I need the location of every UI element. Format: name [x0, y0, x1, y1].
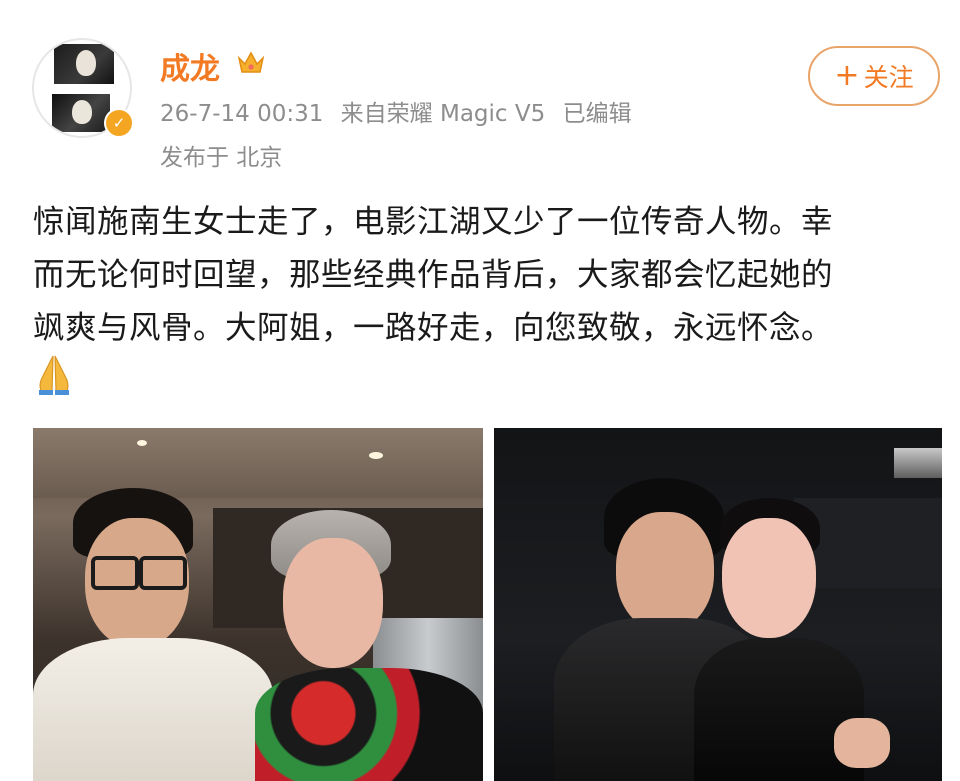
- post-time: 26-7-14 00:31: [160, 101, 324, 127]
- man-glasses: [139, 556, 187, 590]
- man-white-suit: [33, 638, 273, 781]
- woman-face: [722, 518, 816, 638]
- background-lamp: [894, 448, 942, 478]
- pray-emoji-icon: [34, 352, 74, 405]
- edited-label[interactable]: 已编辑: [563, 101, 632, 127]
- avatar-photo-bottom: [52, 94, 110, 132]
- woman-face: [283, 538, 383, 668]
- plus-icon: +: [834, 58, 860, 93]
- follow-label: 关注: [863, 63, 914, 92]
- man-face: [616, 512, 714, 632]
- ceiling-light: [369, 452, 383, 459]
- post-text-line: 惊闻施南生女士走了，电影江湖又少了一位传奇人物。幸: [33, 204, 834, 240]
- post-meta: 26-7-14 00:31 来自荣耀 Magic V5 已编辑: [160, 94, 642, 128]
- post-text: 惊闻施南生女士走了，电影江湖又少了一位传奇人物。幸 而无论何时回望，那些经典作品…: [33, 196, 945, 355]
- hands: [834, 718, 890, 768]
- username[interactable]: 成龙: [160, 44, 220, 88]
- post-text-line: 而无论何时回望，那些经典作品背后，大家都会忆起她的: [33, 257, 834, 293]
- ceiling-light: [137, 440, 147, 446]
- woman-floral-dress: [255, 668, 483, 781]
- avatar-photo-top: [54, 44, 114, 84]
- verified-badge-icon: ✓: [104, 108, 134, 138]
- man-glasses: [91, 556, 139, 590]
- photo-2[interactable]: [494, 428, 942, 781]
- photo-1[interactable]: [33, 428, 483, 781]
- post-text-line: 飒爽与风骨。大阿姐，一路好走，向您致敬，永远怀念。: [33, 310, 834, 346]
- crown-icon[interactable]: [236, 48, 266, 85]
- post-source: 来自荣耀 Magic V5: [340, 101, 546, 127]
- post-location: 发布于 北京: [160, 145, 283, 171]
- ceiling: [33, 428, 483, 498]
- follow-button[interactable]: + 关注: [808, 46, 940, 106]
